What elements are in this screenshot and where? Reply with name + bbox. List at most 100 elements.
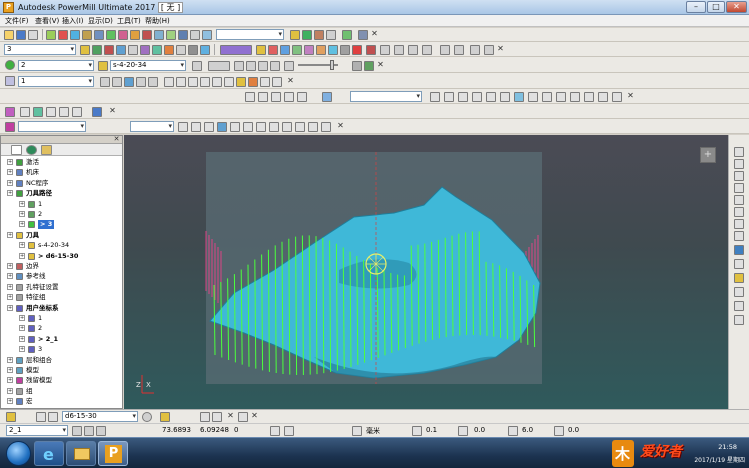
prev-frame-icon[interactable] bbox=[246, 61, 256, 71]
view-front-icon[interactable] bbox=[734, 147, 744, 157]
model-view-icon[interactable] bbox=[20, 107, 30, 117]
feature-filter-icon[interactable] bbox=[282, 122, 292, 132]
tool-cursor[interactable] bbox=[365, 253, 387, 275]
last-frame-icon[interactable] bbox=[270, 61, 280, 71]
edit-copy-icon[interactable] bbox=[284, 92, 294, 102]
shading-icon[interactable] bbox=[734, 245, 744, 255]
explorer-taskbar-icon[interactable] bbox=[66, 441, 96, 466]
expand-toggle-icon[interactable]: + bbox=[7, 398, 13, 405]
pattern-create-icon[interactable] bbox=[164, 77, 174, 87]
tree-item[interactable]: + 激活 bbox=[1, 158, 122, 167]
tools-tab-icon[interactable] bbox=[41, 145, 52, 155]
close-toolbar-icon[interactable]: ✕ bbox=[626, 92, 635, 101]
expand-toggle-icon[interactable]: + bbox=[7, 231, 13, 238]
expand-toggle-icon[interactable]: + bbox=[7, 159, 13, 165]
expand-toggle-icon[interactable]: + bbox=[19, 200, 25, 207]
tool-pin-icon[interactable] bbox=[238, 412, 248, 422]
calculate-icon[interactable] bbox=[92, 45, 102, 55]
tree-item[interactable]: +1 bbox=[1, 200, 122, 209]
edit-trim-icon[interactable] bbox=[486, 92, 496, 102]
feature-info-icon[interactable] bbox=[321, 122, 331, 132]
setup-sheet-icon[interactable] bbox=[190, 30, 200, 40]
menu-tools[interactable]: 工具(T) bbox=[117, 16, 141, 26]
edit-scale-icon[interactable] bbox=[458, 92, 468, 102]
wireframe-icon[interactable] bbox=[268, 45, 278, 55]
boundary-icon[interactable] bbox=[94, 30, 104, 40]
edit-join-icon[interactable] bbox=[556, 92, 566, 102]
pattern-flip-icon[interactable] bbox=[260, 77, 270, 87]
close-toolbar-icon[interactable]: ✕ bbox=[376, 61, 385, 70]
tool-list-icon[interactable] bbox=[36, 412, 46, 422]
zoom-in-icon[interactable] bbox=[734, 219, 744, 229]
wire-icon[interactable] bbox=[734, 259, 744, 269]
leads-links-icon[interactable] bbox=[142, 30, 152, 40]
edit-curve-icon[interactable] bbox=[598, 92, 608, 102]
pattern-undo-icon[interactable] bbox=[224, 77, 234, 87]
strategy-dropdown[interactable] bbox=[216, 29, 284, 40]
menu-file[interactable]: 文件(F) bbox=[5, 16, 29, 26]
display-mode-icon[interactable] bbox=[220, 45, 252, 55]
simulate-icon[interactable] bbox=[166, 30, 176, 40]
sim-export-icon[interactable] bbox=[364, 61, 374, 71]
units-icon[interactable] bbox=[352, 426, 362, 436]
step-select-icon[interactable] bbox=[208, 61, 230, 71]
xy-view-icon[interactable] bbox=[280, 45, 290, 55]
edit-close-icon[interactable] bbox=[570, 92, 580, 102]
verify-icon[interactable] bbox=[154, 30, 164, 40]
model-zoom-icon[interactable] bbox=[46, 107, 56, 117]
model-icon[interactable] bbox=[202, 30, 212, 40]
tray-time[interactable]: 21:58 bbox=[718, 443, 737, 451]
edit-blend-icon[interactable] bbox=[514, 92, 524, 102]
tree-item[interactable]: + 边界 bbox=[1, 262, 122, 271]
pattern-split-icon[interactable] bbox=[200, 77, 210, 87]
tree-item[interactable]: + 宏 bbox=[1, 397, 122, 406]
colors-icon[interactable] bbox=[304, 45, 314, 55]
tool-diameter-icon[interactable] bbox=[508, 426, 518, 436]
feature-type-select[interactable] bbox=[130, 121, 174, 132]
open-folder-icon[interactable] bbox=[4, 30, 14, 40]
feature-sort-icon[interactable] bbox=[295, 122, 305, 132]
tree-item[interactable]: + > 2_1 bbox=[1, 335, 122, 344]
view-top-icon[interactable] bbox=[734, 195, 744, 205]
tool-check-icon[interactable] bbox=[200, 412, 210, 422]
close-toolbar-icon[interactable]: ✕ bbox=[250, 412, 259, 421]
menu-view[interactable]: 查看(V) bbox=[35, 16, 59, 26]
feature-icon[interactable] bbox=[118, 30, 128, 40]
iso-view-icon[interactable] bbox=[292, 45, 302, 55]
view-back-icon[interactable] bbox=[734, 159, 744, 169]
workplane-info-icon[interactable] bbox=[72, 426, 82, 436]
erase-icon[interactable] bbox=[128, 45, 138, 55]
copy-icon[interactable] bbox=[176, 45, 186, 55]
toolpath-strategy-icon[interactable] bbox=[130, 30, 140, 40]
sim-trace-icon[interactable] bbox=[484, 45, 494, 55]
tool-measure-icon[interactable] bbox=[212, 412, 222, 422]
view-iso-icon[interactable] bbox=[734, 207, 744, 217]
expand-toggle-icon[interactable]: + bbox=[19, 242, 25, 249]
save-icon[interactable] bbox=[16, 30, 26, 40]
tool-status-icon[interactable] bbox=[6, 412, 16, 422]
lights-icon[interactable] bbox=[328, 45, 338, 55]
feature-pocket-icon[interactable] bbox=[230, 122, 240, 132]
block-icon[interactable] bbox=[46, 30, 56, 40]
expand-toggle-icon[interactable]: + bbox=[7, 273, 13, 280]
search-icon[interactable] bbox=[284, 61, 294, 71]
edit-select-icon[interactable] bbox=[322, 92, 332, 102]
expand-toggle-icon[interactable]: + bbox=[19, 221, 25, 228]
close-toolbar-icon[interactable]: ✕ bbox=[226, 412, 235, 421]
tree-item[interactable]: +1 bbox=[1, 314, 122, 323]
workplane-save-icon[interactable] bbox=[148, 77, 158, 87]
tree-item[interactable]: + 组 bbox=[1, 387, 122, 396]
next-frame-icon[interactable] bbox=[258, 61, 268, 71]
edit-filter-select[interactable] bbox=[350, 91, 422, 102]
workplane-rotate-icon[interactable] bbox=[124, 77, 134, 87]
workplane-copy-icon[interactable] bbox=[136, 77, 146, 87]
rapid-move-icon[interactable] bbox=[58, 30, 68, 40]
machine-icon[interactable] bbox=[302, 30, 312, 40]
close-toolbar-icon[interactable]: ✕ bbox=[370, 30, 379, 39]
explorer-close-icon[interactable]: ✕ bbox=[112, 135, 121, 144]
menu-display[interactable]: 显示(D) bbox=[88, 16, 113, 26]
tree-item[interactable]: +2 bbox=[1, 324, 122, 333]
toolpath-active-icon[interactable] bbox=[5, 60, 15, 70]
edit-rotate-icon[interactable] bbox=[444, 92, 454, 102]
tree-item[interactable]: + 层和组合 bbox=[1, 356, 122, 365]
